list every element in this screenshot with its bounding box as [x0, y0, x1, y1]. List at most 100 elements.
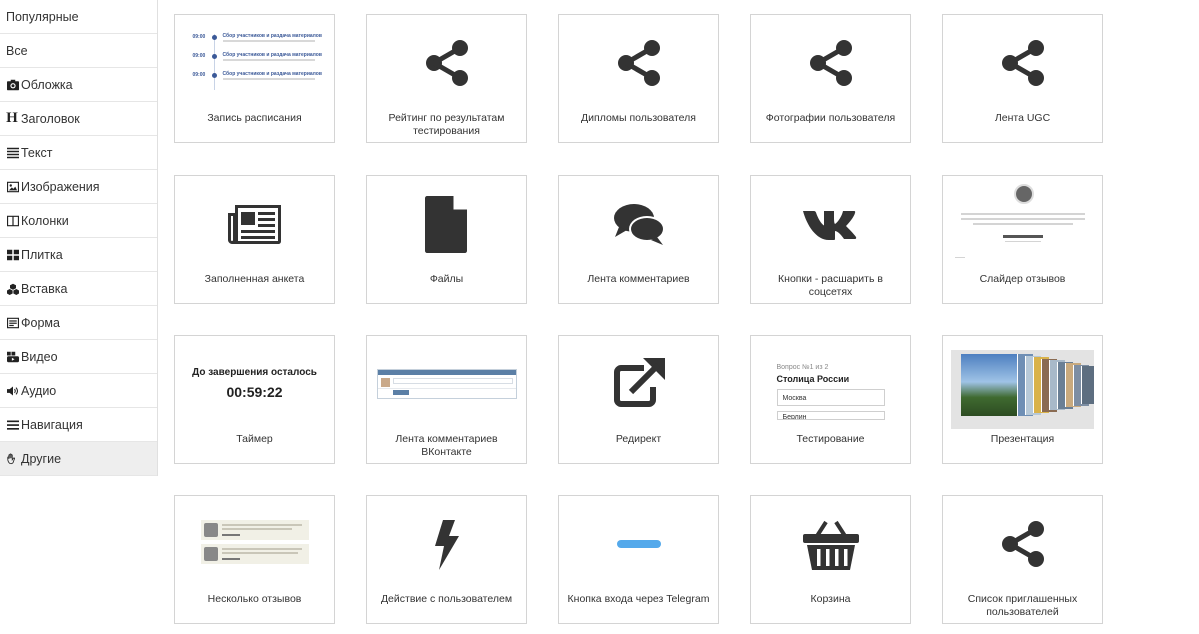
- image-icon: [6, 180, 19, 193]
- tile-label: Список приглашенных пользователей: [967, 593, 1078, 618]
- tile-preview: [367, 15, 526, 110]
- volume-icon: [6, 384, 19, 397]
- widget-tile[interactable]: Заполненная анкета: [174, 175, 335, 304]
- tile-preview: [367, 496, 526, 591]
- widget-tile[interactable]: Вопрос №1 из 2 Столица России Москва Берлин…: [750, 335, 911, 464]
- tile-label: Лента UGC: [994, 112, 1051, 124]
- sidebar-item-1[interactable]: Все: [0, 34, 157, 68]
- presentation-preview: [951, 350, 1094, 429]
- widget-tile[interactable]: До завершения осталось 00:59:22 Таймер: [174, 335, 335, 464]
- tile-label: Действие с пользователем: [380, 593, 513, 605]
- sidebar-item-11[interactable]: Аудио: [0, 374, 157, 408]
- widget-tile[interactable]: Лента комментариев ВКонтакте: [366, 335, 527, 464]
- sidebar-item-6[interactable]: Колонки: [0, 204, 157, 238]
- sidebar-item-2[interactable]: Обложка: [0, 68, 157, 102]
- tile-preview: До завершения осталось 00:59:22: [175, 336, 334, 431]
- widget-tile[interactable]: Файлы: [366, 175, 527, 304]
- tile-preview: [367, 176, 526, 271]
- sidebar-item-label: Плитка: [21, 247, 63, 262]
- quiz-preview: Вопрос №1 из 2 Столица России Москва Берлин: [776, 364, 885, 420]
- widget-tile[interactable]: Редирект: [558, 335, 719, 464]
- widget-tile[interactable]: Фотографии пользователя: [750, 14, 911, 143]
- tile-preview: [943, 15, 1102, 110]
- sidebar-item-label: Навигация: [21, 417, 83, 432]
- youtube-icon: [6, 350, 19, 363]
- tile-label: Фотографии пользователя: [765, 112, 896, 124]
- tile-preview: [559, 496, 718, 591]
- tile-preview: [751, 496, 910, 591]
- sidebar-item-label: Другие: [21, 451, 62, 466]
- share-icon: [993, 514, 1053, 574]
- tile-label: Слайдер отзывов: [979, 273, 1066, 285]
- file-icon: [417, 194, 477, 254]
- sidebar-item-5[interactable]: Изображения: [0, 170, 157, 204]
- widget-tile[interactable]: Действие с пользователем: [366, 495, 527, 624]
- tile-preview: [943, 336, 1102, 431]
- tile-preview: [559, 336, 718, 431]
- th-large-icon: [6, 248, 19, 261]
- sidebar-item-label: Аудио: [21, 383, 57, 398]
- sidebar-item-label: Колонки: [21, 213, 69, 228]
- tile-preview: [943, 496, 1102, 591]
- sidebar-item-12[interactable]: Навигация: [0, 408, 157, 442]
- tile-preview: [175, 496, 334, 591]
- sidebar-item-label: Обложка: [21, 77, 73, 92]
- vk-icon: [801, 194, 861, 254]
- sidebar-item-0[interactable]: Популярные: [0, 0, 157, 34]
- tile-preview: [751, 15, 910, 110]
- tile-preview: 09:00 Сбор участников и раздача материало…: [175, 15, 334, 110]
- widget-tile[interactable]: Список приглашенных пользователей: [942, 495, 1103, 624]
- tile-label: Дипломы пользователя: [581, 112, 696, 124]
- tile-preview: [559, 15, 718, 110]
- tile-label: Лента комментариев ВКонтакте: [395, 433, 498, 458]
- sidebar-item-label: Текст: [21, 145, 53, 160]
- tile-preview: [175, 176, 334, 271]
- tile-preview: Вопрос №1 из 2 Столица России Москва Берлин: [751, 336, 910, 431]
- camera-icon: [6, 78, 19, 91]
- external-link-icon: [609, 354, 669, 414]
- sidebar-item-label: Заголовок: [21, 111, 80, 126]
- timer-preview: До завершения осталось 00:59:22: [192, 367, 317, 400]
- tile-label: Заполненная анкета: [204, 273, 305, 285]
- sidebar-item-4[interactable]: Текст: [0, 136, 157, 170]
- sidebar-item-10[interactable]: Видео: [0, 340, 157, 374]
- basket-icon: [801, 514, 861, 574]
- reviews-preview: [200, 519, 309, 568]
- sidebar: Популярные Все Обложка H Заголовок Текст Изобр…: [0, 0, 158, 476]
- tile-label: Корзина: [810, 593, 851, 605]
- tile-label: Запись расписания: [207, 112, 302, 124]
- widget-tile[interactable]: Лента комментариев: [558, 175, 719, 304]
- share-icon: [609, 33, 669, 93]
- tile-label: Несколько отзывов: [207, 593, 302, 605]
- tile-preview: [367, 336, 526, 431]
- widget-tile[interactable]: Кнопки - расшарить в соцсетях: [750, 175, 911, 304]
- share-icon: [417, 33, 477, 93]
- tile-preview: [559, 176, 718, 271]
- tile-label: Кнопка входа через Telegram: [567, 593, 710, 605]
- widget-tile[interactable]: Дипломы пользователя: [558, 14, 719, 143]
- bars-icon: [6, 418, 19, 431]
- columns-icon: [6, 214, 19, 227]
- widget-tile[interactable]: Лента UGC: [942, 14, 1103, 143]
- sidebar-item-7[interactable]: Плитка: [0, 238, 157, 272]
- widget-tile[interactable]: Рейтинг по результатам тестирования: [366, 14, 527, 143]
- tile-label: Лента комментариев: [587, 273, 690, 285]
- widget-tile[interactable]: Презентация: [942, 335, 1103, 464]
- widget-tile[interactable]: Слайдер отзывов: [942, 175, 1103, 304]
- widget-tile[interactable]: Кнопка входа через Telegram: [558, 495, 719, 624]
- tile-label: Таймер: [236, 433, 273, 445]
- schedule-preview: 09:00 Сбор участников и раздача материало…: [185, 30, 325, 96]
- tile-preview: [943, 176, 1102, 271]
- sidebar-item-9[interactable]: Форма: [0, 306, 157, 340]
- tile-label: Редирект: [615, 433, 662, 445]
- widget-tile[interactable]: Корзина: [750, 495, 911, 624]
- sidebar-item-label: Вставка: [21, 281, 68, 296]
- sidebar-item-13[interactable]: Другие: [0, 442, 157, 476]
- widget-tile[interactable]: 09:00 Сбор участников и раздача материало…: [174, 14, 335, 143]
- widget-tile[interactable]: Несколько отзывов: [174, 495, 335, 624]
- sidebar-item-8[interactable]: Вставка: [0, 272, 157, 306]
- tile-preview: [751, 176, 910, 271]
- tile-label: Кнопки - расшарить в соцсетях: [778, 273, 883, 298]
- sidebar-item-3[interactable]: H Заголовок: [0, 102, 157, 136]
- hand-icon: [6, 452, 19, 465]
